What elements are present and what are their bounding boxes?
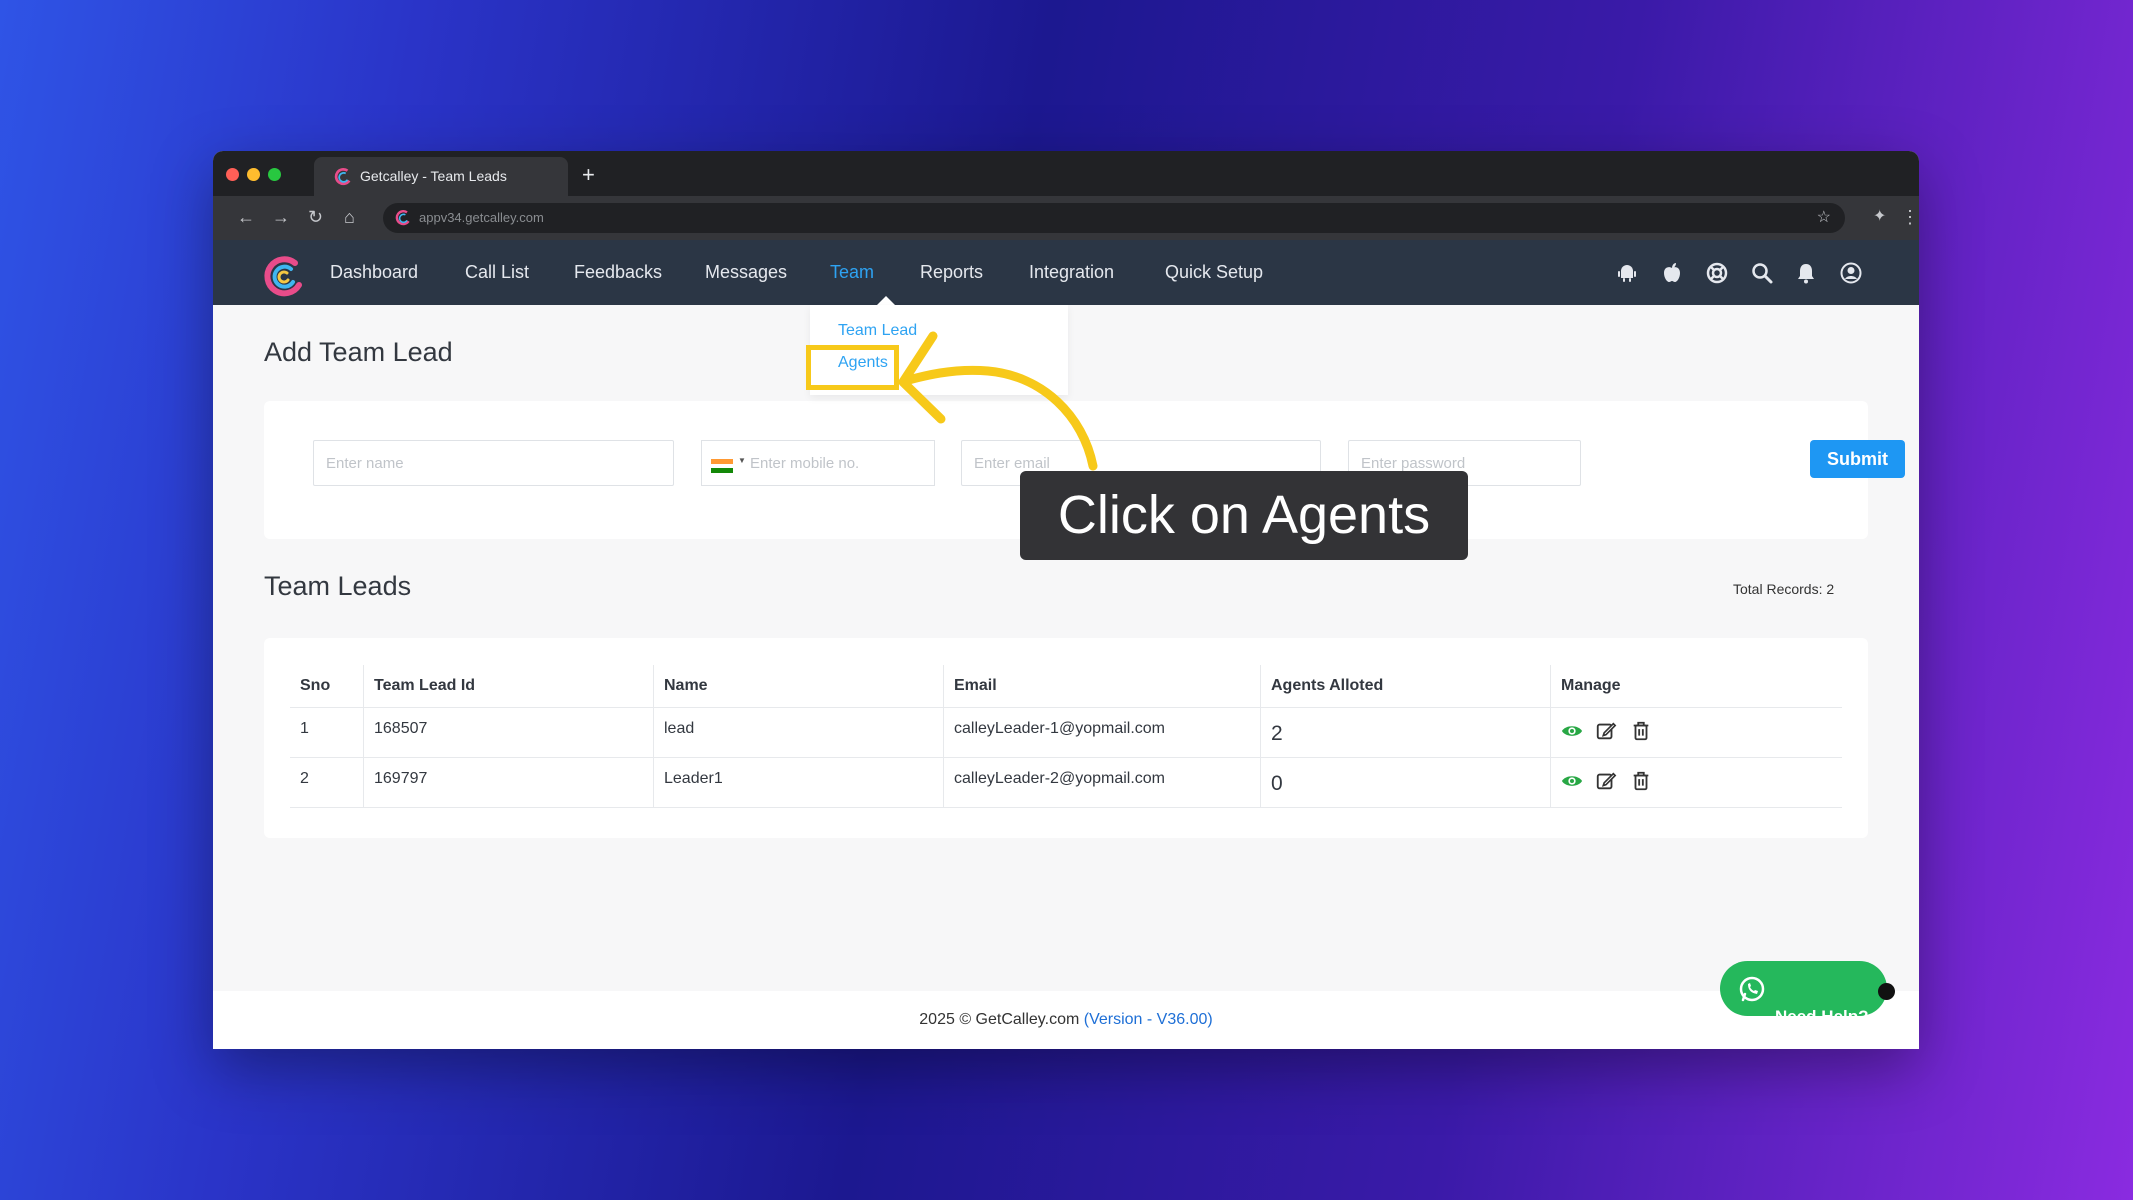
cell-manage — [1550, 707, 1842, 758]
help-badge-dot — [1878, 983, 1895, 1000]
extensions-icon[interactable]: ✦ — [1873, 206, 1886, 228]
nav-feedbacks[interactable]: Feedbacks — [574, 240, 662, 305]
cell-agents-alloted: 0 — [1260, 757, 1551, 808]
browser-tab[interactable]: Getcalley - Team Leads — [314, 157, 568, 196]
bell-icon[interactable] — [1794, 261, 1818, 285]
browser-tab-title: Getcalley - Team Leads — [360, 168, 507, 184]
browser-window: Getcalley - Team Leads + ← → ↻ ⌂ appv34.… — [213, 151, 1919, 1049]
team-leads-table-card: Sno Team Lead Id Name Email Agents Allot… — [264, 638, 1868, 838]
calley-logo[interactable] — [261, 255, 305, 299]
site-logo-icon — [395, 210, 410, 226]
nav-messages[interactable]: Messages — [705, 240, 787, 305]
need-help-button[interactable]: Need Help? — [1720, 961, 1887, 1026]
url-text: appv34.getcalley.com — [419, 210, 544, 225]
cell-agents-alloted: 2 — [1260, 707, 1551, 758]
table-header-row: Sno Team Lead Id Name Email Agents Allot… — [290, 665, 1842, 708]
column-header-sno: Sno — [290, 665, 364, 708]
nav-reports[interactable]: Reports — [920, 240, 983, 305]
delete-trash-icon[interactable] — [1630, 720, 1652, 742]
name-input[interactable] — [313, 440, 674, 486]
android-icon[interactable] — [1615, 261, 1639, 285]
cell-sno: 1 — [290, 707, 364, 758]
table-row: 2 169797 Leader1 calleyLeader-2@yopmail.… — [290, 757, 1842, 808]
instruction-callout: Click on Agents — [1020, 471, 1468, 560]
view-eye-icon[interactable] — [1561, 720, 1583, 742]
maximize-window-dot[interactable] — [268, 168, 281, 181]
team-leads-table: Sno Team Lead Id Name Email Agents Allot… — [290, 665, 1842, 808]
address-bar[interactable]: appv34.getcalley.com ☆ — [383, 203, 1845, 233]
support-icon[interactable] — [1705, 261, 1729, 285]
agents-highlight-box — [806, 345, 899, 390]
nav-team[interactable]: Team — [830, 240, 874, 305]
bookmark-star-icon[interactable]: ☆ — [1817, 203, 1831, 233]
footer-copyright: 2025 © GetCalley.com — [919, 1011, 1080, 1028]
search-icon[interactable] — [1750, 261, 1774, 285]
browser-tab-bar: Getcalley - Team Leads + — [213, 151, 1919, 196]
team-leads-title: Team Leads — [264, 571, 412, 601]
footer: 2025 © GetCalley.com (Version - V36.00) — [213, 991, 1919, 1049]
reload-icon[interactable]: ↻ — [308, 206, 323, 228]
delete-trash-icon[interactable] — [1630, 770, 1652, 792]
cell-email: calleyLeader-1@yopmail.com — [943, 707, 1261, 758]
nav-quick-setup[interactable]: Quick Setup — [1165, 240, 1263, 305]
new-tab-button[interactable]: + — [582, 157, 595, 193]
cell-name: Leader1 — [653, 757, 944, 808]
pointer-arrow-icon — [898, 331, 1098, 471]
browser-menu-icon[interactable]: ⋮ — [1901, 206, 1919, 228]
column-header-team-lead-id: Team Lead Id — [363, 665, 654, 708]
nav-call-list[interactable]: Call List — [465, 240, 529, 305]
dropdown-caret — [877, 296, 895, 305]
column-header-agents-alloted: Agents Alloted — [1260, 665, 1551, 708]
country-caret-icon[interactable]: ▼ — [738, 456, 746, 465]
column-header-email: Email — [943, 665, 1261, 708]
add-team-lead-title: Add Team Lead — [264, 337, 453, 367]
total-records: Total Records: 2 — [1733, 581, 1835, 597]
cell-email: calleyLeader-2@yopmail.com — [943, 757, 1261, 808]
table-row: 1 168507 lead calleyLeader-1@yopmail.com… — [290, 707, 1842, 758]
need-help-label: Need Help? — [1775, 1006, 1869, 1026]
nav-integration[interactable]: Integration — [1029, 240, 1114, 305]
user-icon[interactable] — [1839, 261, 1863, 285]
cell-sno: 2 — [290, 757, 364, 808]
whatsapp-icon — [1739, 976, 1765, 1002]
cell-team-lead-id: 169797 — [363, 757, 654, 808]
calley-logo-icon — [334, 168, 351, 186]
submit-button[interactable]: Submit — [1810, 440, 1905, 478]
india-flag-icon[interactable] — [711, 459, 733, 473]
edit-icon[interactable] — [1595, 770, 1617, 792]
minimize-window-dot[interactable] — [247, 168, 260, 181]
address-bar-row: ← → ↻ ⌂ appv34.getcalley.com ☆ ✦ ⋮ — [213, 196, 1919, 240]
view-eye-icon[interactable] — [1561, 770, 1583, 792]
forward-icon[interactable]: → — [272, 206, 290, 228]
column-header-manage: Manage — [1550, 665, 1842, 708]
close-window-dot[interactable] — [226, 168, 239, 181]
footer-version-link[interactable]: (Version - V36.00) — [1084, 1011, 1213, 1028]
nav-dashboard[interactable]: Dashboard — [330, 240, 418, 305]
column-header-name: Name — [653, 665, 944, 708]
home-icon[interactable]: ⌂ — [344, 206, 355, 228]
cell-name: lead — [653, 707, 944, 758]
apple-icon[interactable] — [1660, 261, 1684, 285]
back-icon[interactable]: ← — [237, 206, 255, 228]
cell-team-lead-id: 168507 — [363, 707, 654, 758]
app-navbar: Dashboard Call List Feedbacks Messages T… — [213, 240, 1919, 305]
cell-manage — [1550, 757, 1842, 808]
edit-icon[interactable] — [1595, 720, 1617, 742]
